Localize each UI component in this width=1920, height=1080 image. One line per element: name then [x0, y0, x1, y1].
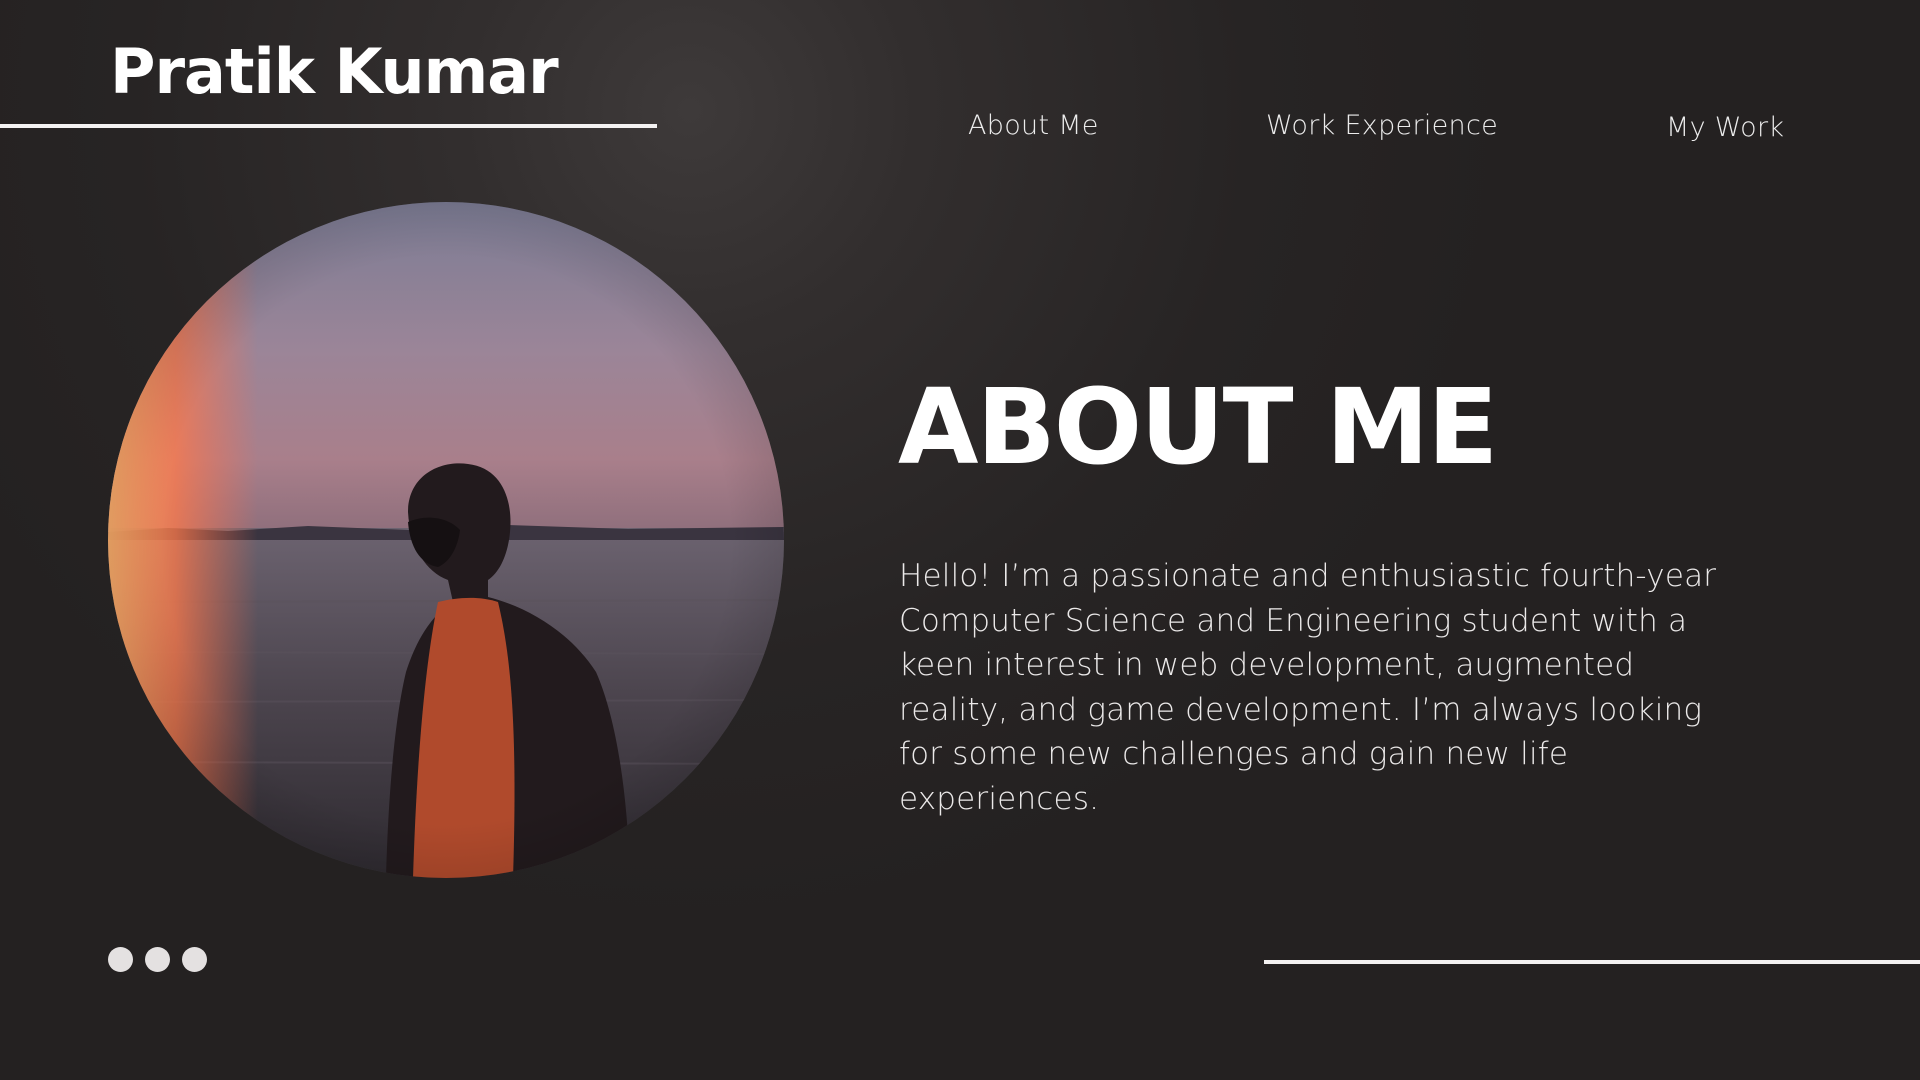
pagination-dots — [108, 947, 207, 972]
dot-icon[interactable] — [108, 947, 133, 972]
footer-divider — [1264, 960, 1920, 964]
nav-link-about-me[interactable]: About Me — [968, 104, 1099, 148]
nav-link-work-experience[interactable]: Work Experience — [1266, 104, 1498, 148]
dot-icon[interactable] — [182, 947, 207, 972]
section-title: ABOUT ME — [898, 365, 1498, 488]
bio-text: Hello! I’m a passionate and enthusiastic… — [899, 558, 1717, 817]
dot-icon[interactable] — [145, 947, 170, 972]
brand-name: Pratik Kumar — [110, 35, 559, 108]
header-divider — [0, 124, 657, 128]
profile-photo — [108, 202, 784, 878]
nav-link-my-work[interactable]: My Work — [1666, 106, 1784, 150]
